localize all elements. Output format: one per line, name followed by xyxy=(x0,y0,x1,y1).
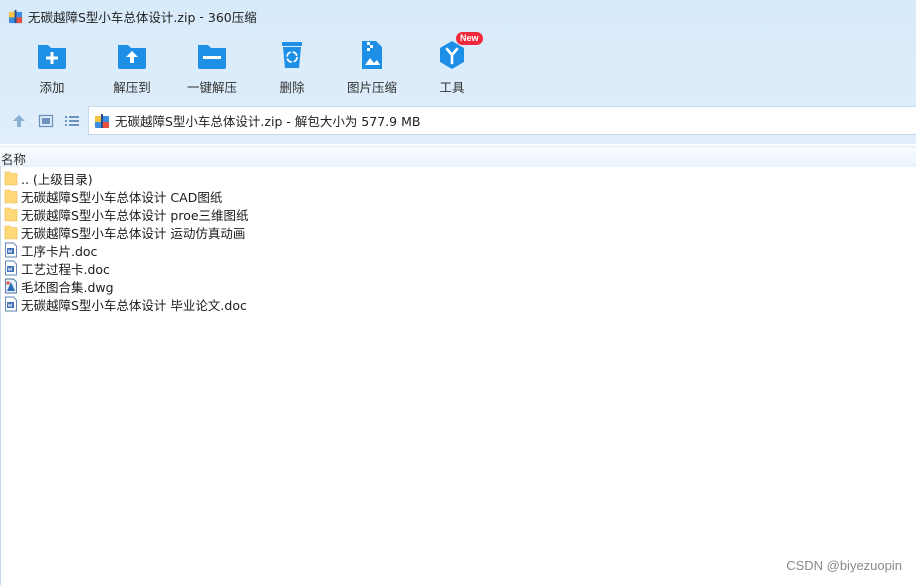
up-arrow-icon[interactable] xyxy=(11,113,27,129)
folder-add-icon xyxy=(38,45,66,69)
window-title: 无碳越障S型小车总体设计.zip - 360压缩 xyxy=(8,4,257,28)
watermark: CSDN @biyezuopin xyxy=(786,558,902,573)
folder-icon xyxy=(4,207,18,222)
image-compress-button-label: 图片压缩 xyxy=(346,80,397,95)
folder-icon xyxy=(4,225,18,240)
word-document-icon xyxy=(5,260,17,276)
file-name: 毛坯图合集.dwg xyxy=(21,279,114,295)
file-name: .. (上级目录) xyxy=(21,171,93,187)
view-thumbnail-icon[interactable] xyxy=(38,113,54,129)
file-name: 工艺过程卡.doc xyxy=(21,261,110,277)
new-badge: New xyxy=(456,32,483,45)
list-item[interactable]: 工艺过程卡.doc xyxy=(0,259,916,277)
add-button[interactable]: 添加 xyxy=(12,38,92,98)
folder-extract-icon xyxy=(118,45,146,69)
file-name: 无碳越障S型小车总体设计 CAD图纸 xyxy=(21,189,223,205)
list-item[interactable]: 毛坯图合集.dwg xyxy=(0,277,916,295)
dwg-file-icon xyxy=(5,278,17,294)
address-path: 无碳越障S型小车总体设计.zip - 解包大小为 577.9 MB xyxy=(115,114,421,129)
window-title-app: 360压缩 xyxy=(207,9,257,25)
folder-icon xyxy=(4,171,18,186)
zip-file-icon xyxy=(95,113,109,128)
tools-button-label: 工具 xyxy=(439,80,465,95)
list-item[interactable]: 无碳越障S型小车总体设计 CAD图纸 xyxy=(0,187,916,205)
view-list-icon[interactable] xyxy=(64,113,80,129)
word-document-icon xyxy=(5,296,17,312)
image-compress-icon xyxy=(362,41,382,69)
address-bar[interactable]: 无碳越障S型小车总体设计.zip - 解包大小为 577.9 MB xyxy=(88,106,916,135)
extract-to-button-label: 解压到 xyxy=(113,80,151,95)
column-header-label: 名称 xyxy=(1,152,27,167)
tools-button[interactable]: New 工具 xyxy=(412,32,492,98)
add-button-label: 添加 xyxy=(39,80,65,95)
archive-app-icon xyxy=(8,9,23,23)
navigation-bar: 无碳越障S型小车总体设计.zip - 解包大小为 577.9 MB xyxy=(0,106,916,136)
file-name: 工序卡片.doc xyxy=(21,243,98,259)
quick-extract-button[interactable]: 一键解压 xyxy=(172,38,252,98)
quick-extract-button-label: 一键解压 xyxy=(186,80,237,95)
list-item[interactable]: 无碳越障S型小车总体设计 运动仿真动画 xyxy=(0,223,916,241)
file-list: .. (上级目录) 无碳越障S型小车总体设计 CAD图纸 无碳越障S型小车总体设… xyxy=(0,169,916,313)
column-header-name[interactable]: 名称 xyxy=(0,146,916,167)
list-item-parent-directory[interactable]: .. (上级目录) xyxy=(0,169,916,187)
extract-to-button[interactable]: 解压到 xyxy=(92,38,172,98)
window-title-file: 无碳越障S型小车总体设计.zip xyxy=(28,9,196,25)
list-item[interactable]: 工序卡片.doc xyxy=(0,241,916,259)
list-item[interactable]: 无碳越障S型小车总体设计 proe三维图纸 xyxy=(0,205,916,223)
image-compress-button[interactable]: 图片压缩 xyxy=(332,38,412,98)
file-name: 无碳越障S型小车总体设计 proe三维图纸 xyxy=(21,207,249,223)
file-name: 无碳越障S型小车总体设计 运动仿真动画 xyxy=(21,225,246,241)
trash-icon xyxy=(282,42,302,68)
delete-button-label: 删除 xyxy=(279,80,305,95)
folder-quick-extract-icon xyxy=(198,45,226,69)
word-document-icon xyxy=(5,242,17,258)
window-title-separator: - xyxy=(199,8,204,24)
delete-button[interactable]: 删除 xyxy=(252,38,332,98)
list-item[interactable]: 无碳越障S型小车总体设计 毕业论文.doc xyxy=(0,295,916,313)
file-name: 无碳越障S型小车总体设计 毕业论文.doc xyxy=(21,297,247,313)
folder-icon xyxy=(4,189,18,204)
